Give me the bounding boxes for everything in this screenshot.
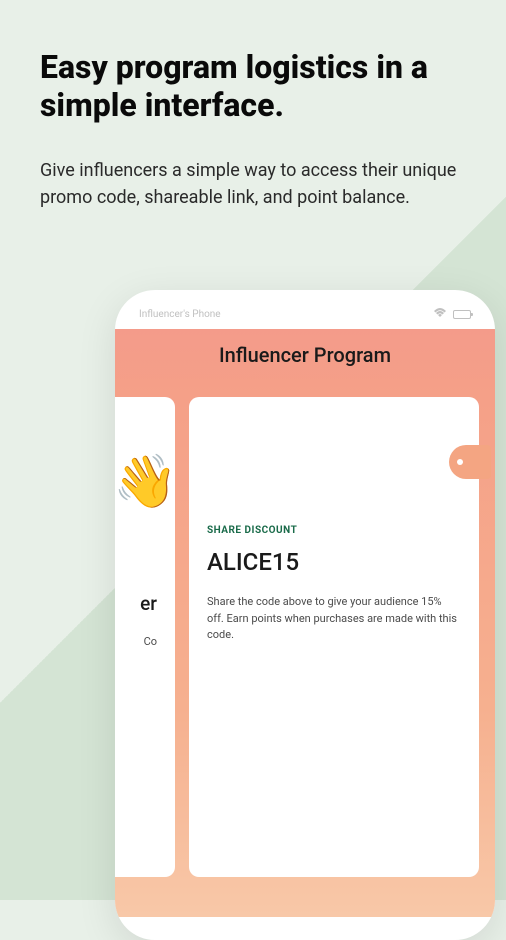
wave-emoji-icon: 👋 (115, 451, 167, 512)
discount-card: SHARE DISCOUNT ALICE15 Share the code ab… (189, 397, 479, 877)
tag-icon (449, 445, 491, 479)
tag-dot (457, 459, 463, 465)
app-header: Influencer Program (115, 329, 495, 397)
share-description: Share the code above to give your audien… (207, 594, 461, 644)
status-bar-label: Influencer's Phone (139, 309, 221, 320)
phone-mockup: Influencer's Phone Influencer Program 👋 … (115, 290, 495, 940)
description: Give influencers a simple way to access … (40, 157, 466, 211)
status-icons (433, 308, 471, 321)
wifi-icon (433, 308, 447, 321)
headline: Easy program logistics in a simple inter… (40, 48, 466, 125)
cards-container: 👋 er Co SHARE DISCOUNT ALICE15 Share the… (115, 397, 495, 917)
welcome-card: 👋 er Co (115, 397, 175, 877)
share-discount-label: SHARE DISCOUNT (207, 525, 461, 536)
welcome-card-text1: er (115, 592, 157, 615)
promo-code[interactable]: ALICE15 (207, 548, 461, 576)
phone-status-bar: Influencer's Phone (115, 290, 495, 329)
program-title: Influencer Program (115, 343, 495, 367)
welcome-card-text2: Co (115, 635, 157, 648)
marketing-content: Easy program logistics in a simple inter… (0, 0, 506, 211)
battery-icon (453, 310, 471, 319)
